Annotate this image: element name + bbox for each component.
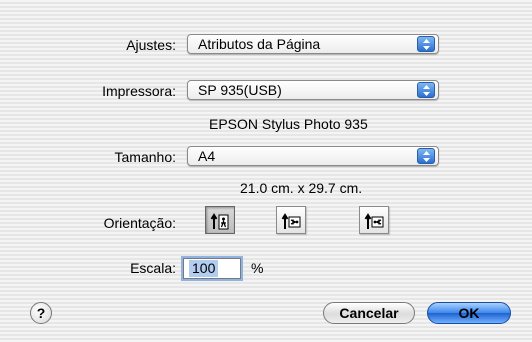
popup-arrows-icon bbox=[417, 148, 435, 164]
scale-unit: % bbox=[251, 260, 264, 276]
paper-size-popup[interactable]: A4 bbox=[187, 146, 439, 166]
ok-button[interactable]: OK bbox=[427, 302, 511, 324]
orientation-portrait-button[interactable] bbox=[205, 206, 235, 234]
landscape-icon bbox=[281, 213, 301, 229]
scale-value: 100 bbox=[189, 260, 219, 277]
paper-size-label: Tamanho: bbox=[114, 149, 176, 165]
help-icon: ? bbox=[36, 305, 46, 321]
portrait-icon bbox=[210, 213, 229, 230]
help-button[interactable]: ? bbox=[30, 302, 52, 324]
printer-model: EPSON Stylus Photo 935 bbox=[209, 116, 368, 132]
printer-value: SP 935(USB) bbox=[198, 82, 282, 98]
settings-label: Ajustes: bbox=[126, 37, 176, 53]
printer-label: Impressora: bbox=[102, 83, 176, 99]
settings-value: Atributos da Página bbox=[198, 36, 321, 52]
orientation-label: Orientação: bbox=[103, 215, 176, 231]
printer-popup[interactable]: SP 935(USB) bbox=[187, 80, 439, 100]
scale-input[interactable]: 100 bbox=[183, 258, 241, 279]
reverse-landscape-icon bbox=[364, 213, 384, 229]
cancel-button[interactable]: Cancelar bbox=[323, 302, 415, 324]
orientation-reverse-landscape-button[interactable] bbox=[359, 206, 389, 234]
popup-arrows-icon bbox=[417, 36, 435, 52]
settings-popup[interactable]: Atributos da Página bbox=[187, 34, 439, 54]
paper-size-value: A4 bbox=[198, 148, 216, 164]
scale-label: Escala: bbox=[130, 260, 176, 276]
orientation-landscape-button[interactable] bbox=[276, 206, 306, 234]
popup-arrows-icon bbox=[417, 82, 435, 98]
paper-dimensions: 21.0 cm. x 29.7 cm. bbox=[240, 180, 363, 196]
